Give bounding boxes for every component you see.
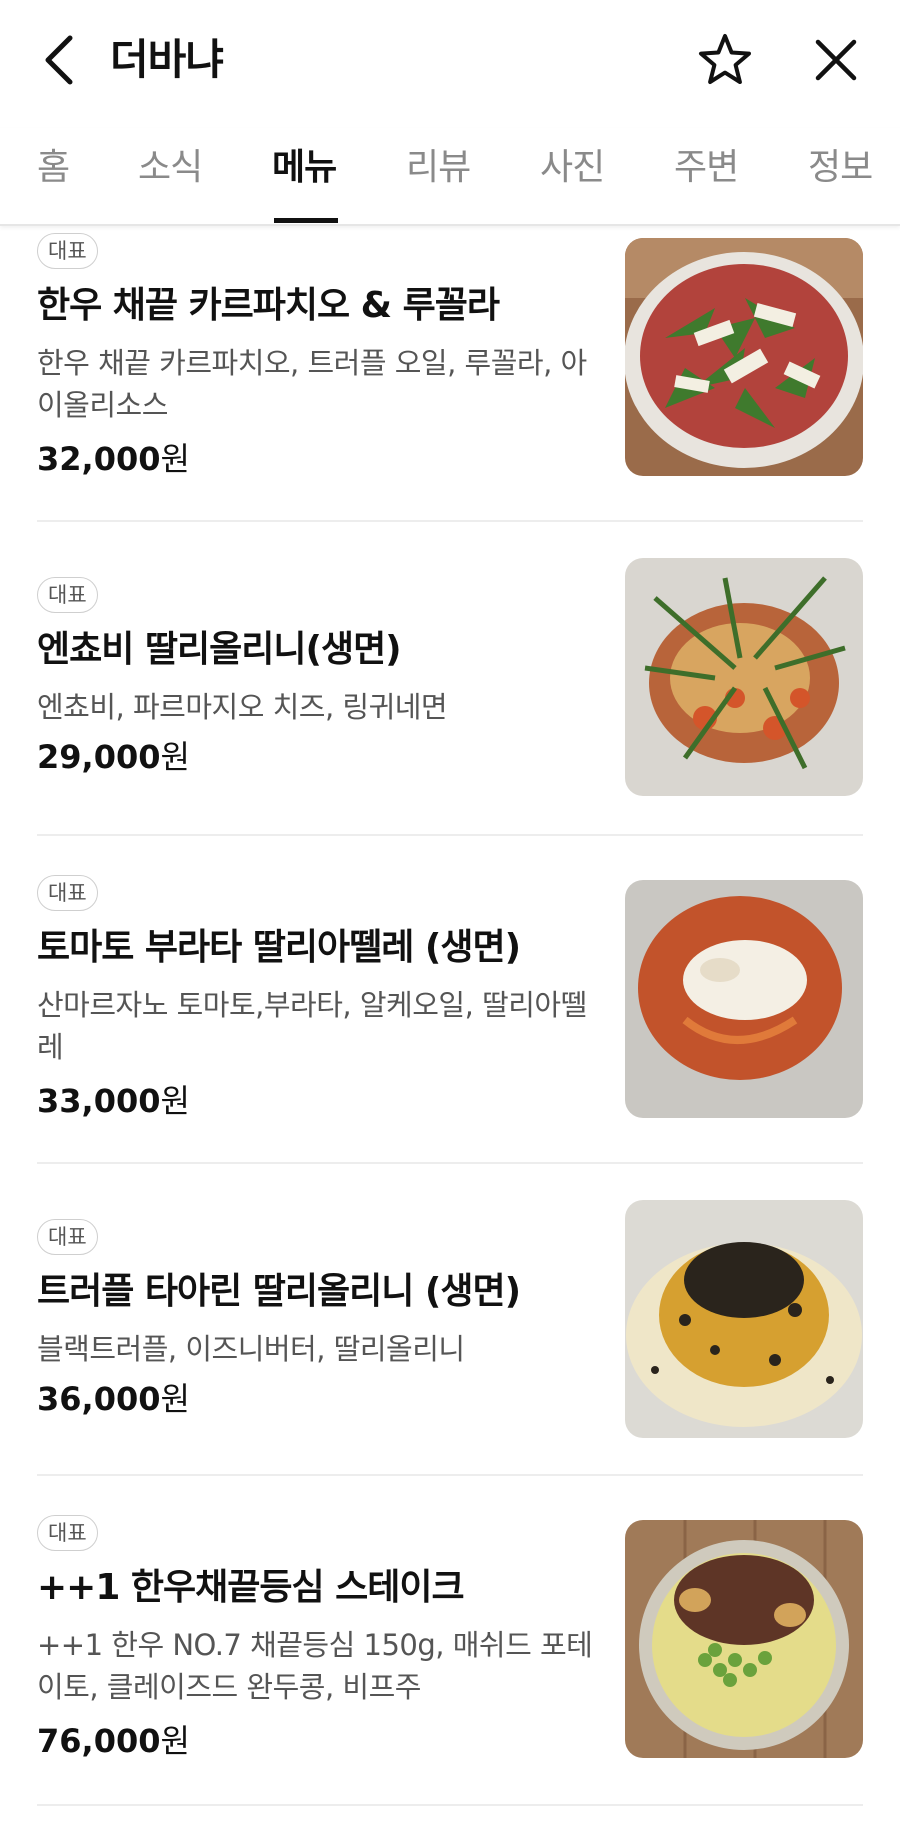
menu-item-photo[interactable] <box>625 1520 863 1758</box>
price-unit: 원 <box>160 440 190 478</box>
active-tab-indicator <box>274 218 338 223</box>
truffle-pasta-photo <box>625 1200 863 1438</box>
tab-home[interactable]: 홈 <box>37 144 70 192</box>
menu-item-description: 엔쵸비, 파르마지오 치즈, 링귀네면 <box>37 690 448 724</box>
price-amount: 36,000 <box>37 1380 161 1418</box>
back-button[interactable] <box>38 30 82 90</box>
tab-menu[interactable]: 메뉴 <box>272 144 337 192</box>
price-amount: 76,000 <box>37 1722 161 1760</box>
menu-item-name: ++1 한우채끝등심 스테이크 <box>37 1567 465 1608</box>
signature-badge: 대표 <box>37 875 98 911</box>
price-unit: 원 <box>160 1082 190 1120</box>
menu-item-name: 한우 채끝 카르파치오 & 루꼴라 <box>37 285 500 326</box>
menu-item-price: 29,000원 <box>37 735 190 779</box>
menu-item-photo[interactable] <box>625 1200 863 1438</box>
menu-item-description: 산마르자노 토마토,부라타, 알케오일, 딸리아뗄레 <box>37 988 587 1064</box>
anchovy-pasta-photo <box>625 558 863 796</box>
tab-news[interactable]: 소식 <box>138 144 203 192</box>
tab-photos[interactable]: 사진 <box>540 144 605 192</box>
divider <box>37 1804 863 1806</box>
menu-item-photo[interactable] <box>625 558 863 796</box>
divider <box>37 520 863 522</box>
star-outline-icon <box>699 34 751 84</box>
menu-item-photo[interactable] <box>625 238 863 476</box>
price-unit: 원 <box>160 738 190 776</box>
menu-item-name: 트러플 타아린 딸리올리니 (생면) <box>37 1271 521 1312</box>
menu-item-price: 36,000원 <box>37 1377 190 1421</box>
divider <box>37 1474 863 1476</box>
tab-bar: 홈 소식 메뉴 리뷰 사진 주변 정보 <box>0 128 900 226</box>
menu-item-price: 32,000원 <box>37 437 190 481</box>
steak-photo <box>625 1520 863 1758</box>
signature-badge: 대표 <box>37 1515 98 1551</box>
menu-item-name: 엔쵸비 딸리올리니(생면) <box>37 629 402 670</box>
price-amount: 29,000 <box>37 738 161 776</box>
menu-item-name: 토마토 부라타 딸리아뗄레 (생면) <box>37 927 521 968</box>
signature-badge: 대표 <box>37 233 98 269</box>
menu-item-photo[interactable] <box>625 880 863 1118</box>
divider <box>37 834 863 836</box>
carpaccio-photo <box>625 238 863 476</box>
menu-item-description: ++1 한우 NO.7 채끝등심 150g, 매쉬드 포테이토, 클레이즈드 완… <box>37 1628 593 1704</box>
menu-item-description: 한우 채끝 카르파치오, 트러플 오일, 루꼴라, 아이올리소스 <box>37 346 587 422</box>
favorite-button[interactable] <box>696 30 754 90</box>
price-amount: 33,000 <box>37 1082 161 1120</box>
menu-item-price: 76,000원 <box>37 1719 190 1763</box>
divider <box>37 1162 863 1164</box>
menu-item-description: 블랙트러플, 이즈니버터, 딸리올리니 <box>37 1332 465 1366</box>
price-unit: 원 <box>160 1722 190 1760</box>
signature-badge: 대표 <box>37 1219 98 1255</box>
tab-info[interactable]: 정보 <box>808 144 873 192</box>
price-amount: 32,000 <box>37 440 161 478</box>
tab-reviews[interactable]: 리뷰 <box>406 144 471 192</box>
menu-item-price: 33,000원 <box>37 1079 190 1123</box>
top-bar: 더바냐 <box>0 0 900 128</box>
tab-nearby[interactable]: 주변 <box>674 144 739 192</box>
close-button[interactable] <box>808 32 864 88</box>
chevron-left-icon <box>45 35 73 85</box>
price-unit: 원 <box>160 1380 190 1418</box>
page-title: 더바냐 <box>110 35 224 84</box>
close-icon <box>815 39 857 81</box>
burrata-pasta-photo <box>625 880 863 1118</box>
signature-badge: 대표 <box>37 577 98 613</box>
